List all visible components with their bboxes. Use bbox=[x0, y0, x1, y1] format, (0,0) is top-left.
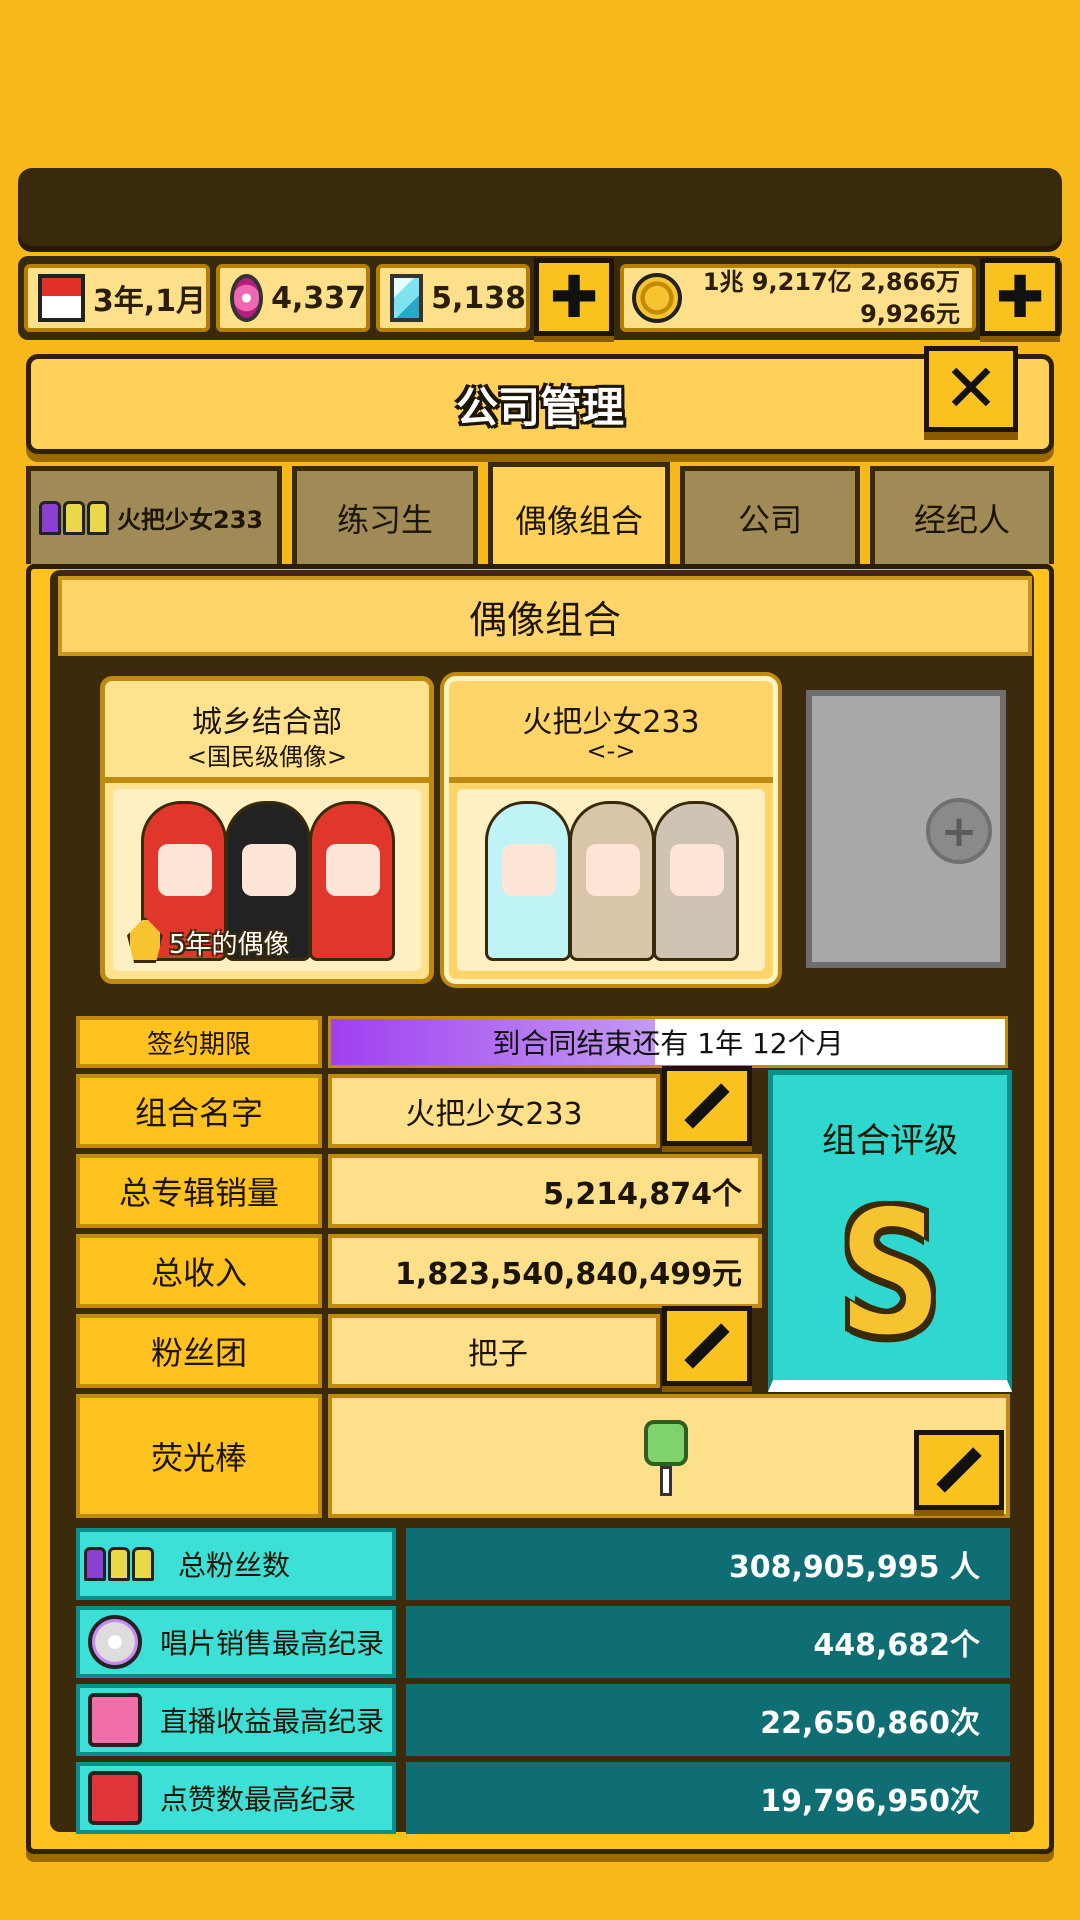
total-fans-label: 总粉丝数 bbox=[76, 1528, 396, 1600]
divider bbox=[105, 777, 429, 783]
stat-label: 直播收益最高纪录 bbox=[160, 1705, 385, 1738]
group-name-label: 组合名字 bbox=[76, 1074, 322, 1148]
income-label: 总收入 bbox=[76, 1234, 322, 1308]
group-rank: <国民级偶像> bbox=[186, 743, 348, 771]
group-card[interactable]: 城乡结合部 <国民级偶像> 5年的偶像 bbox=[100, 676, 434, 984]
album-sales-value: 5,214,874个 bbox=[328, 1154, 762, 1228]
record-sales-label: 唱片销售最高纪录 bbox=[76, 1606, 396, 1678]
buy-currency-button[interactable]: ✚ bbox=[534, 258, 614, 336]
tab-label: 经纪人 bbox=[913, 500, 1010, 539]
money-display: 1兆 9,217亿 2,866万 9,926元 bbox=[620, 264, 976, 332]
divider bbox=[449, 777, 773, 783]
pencil-icon bbox=[936, 1447, 982, 1493]
plus-icon: ✚ bbox=[549, 263, 599, 331]
group-members-icon bbox=[39, 500, 109, 535]
tab-manager[interactable]: 经纪人 bbox=[870, 466, 1054, 564]
likes-record-value: 19,796,950次 bbox=[406, 1762, 1010, 1834]
tab-group-name[interactable]: 火把少女233 bbox=[26, 466, 282, 564]
gem-counter: 4,337 bbox=[216, 264, 370, 332]
stream-revenue-value: 22,650,860次 bbox=[406, 1684, 1010, 1756]
diamond-count: 5,138 bbox=[431, 280, 526, 316]
likes-record-label: 点赞数最高纪录 bbox=[76, 1762, 396, 1834]
tab-idol-groups[interactable]: 偶像组合 bbox=[488, 462, 670, 570]
edit-lightstick-button[interactable] bbox=[914, 1430, 1004, 1510]
stream-revenue-label: 直播收益最高纪录 bbox=[76, 1684, 396, 1756]
record-sales-value: 448,682个 bbox=[406, 1606, 1010, 1678]
idol-figure bbox=[485, 801, 571, 961]
total-fans-value: 308,905,995 人 bbox=[406, 1528, 1010, 1600]
fanclub-label: 粉丝团 bbox=[76, 1314, 322, 1388]
stat-label: 点赞数最高纪录 bbox=[160, 1783, 357, 1816]
rating-label: 组合评级 bbox=[822, 1121, 958, 1161]
tab-label: 火把少女233 bbox=[117, 506, 264, 534]
idol-figure bbox=[569, 801, 655, 961]
group-card-selected[interactable]: 火把少女233 <-> bbox=[444, 676, 778, 984]
money-line-2: 9,926元 bbox=[860, 300, 960, 328]
tab-label: 偶像组合 bbox=[514, 501, 643, 540]
plus-icon: + bbox=[940, 805, 978, 857]
close-button[interactable]: ✕ bbox=[924, 346, 1018, 432]
header-bar bbox=[18, 168, 1062, 252]
lightstick-label: 荧光棒 bbox=[76, 1394, 322, 1518]
tab-trainees[interactable]: 练习生 bbox=[292, 466, 478, 564]
diamond-icon bbox=[390, 274, 424, 322]
tab-label: 公司 bbox=[737, 500, 802, 539]
add-group-icon[interactable]: + bbox=[926, 798, 992, 864]
music-note-icon bbox=[88, 1693, 142, 1747]
stat-label: 总粉丝数 bbox=[178, 1549, 291, 1582]
contract-remaining-text: 到合同结束还有 1年 12个月 bbox=[492, 1027, 844, 1060]
fans-icon bbox=[84, 1547, 154, 1581]
idol-figure bbox=[309, 801, 395, 961]
tab-label: 练习生 bbox=[336, 500, 433, 539]
diamond-counter: 5,138 bbox=[376, 264, 530, 332]
contract-label: 签约期限 bbox=[76, 1016, 322, 1068]
close-icon: ✕ bbox=[943, 350, 999, 427]
group-name: 城乡结合部 bbox=[192, 705, 342, 740]
pencil-icon bbox=[684, 1083, 730, 1129]
plus-icon: ✚ bbox=[995, 263, 1045, 331]
fanclub-value: 把子 bbox=[328, 1314, 660, 1388]
group-portrait bbox=[457, 789, 765, 971]
pencil-icon bbox=[684, 1323, 730, 1369]
group-name: 火把少女233 bbox=[522, 705, 700, 740]
album-sales-label: 总专辑销量 bbox=[76, 1154, 322, 1228]
gem-count: 4,337 bbox=[271, 280, 366, 316]
cd-icon bbox=[88, 1615, 142, 1669]
idol-years-badge: 5年的偶像 bbox=[169, 930, 290, 960]
idol-figure bbox=[653, 801, 739, 961]
date-text: 3年,1月 bbox=[92, 284, 206, 319]
edit-group-name-button[interactable] bbox=[662, 1066, 752, 1146]
window-title: 公司管理 bbox=[455, 382, 624, 432]
group-rank: <-> bbox=[586, 737, 636, 765]
calendar-icon bbox=[38, 274, 85, 322]
group-portrait: 5年的偶像 bbox=[113, 789, 421, 971]
stat-label: 唱片销售最高纪录 bbox=[160, 1627, 385, 1660]
group-rating-panel: 组合评级 S bbox=[768, 1070, 1012, 1392]
pink-gem-icon bbox=[230, 274, 264, 322]
section-title: 偶像组合 bbox=[58, 576, 1032, 656]
video-play-icon bbox=[88, 1771, 142, 1825]
lightstick-icon bbox=[644, 1420, 688, 1496]
tab-company[interactable]: 公司 bbox=[680, 466, 860, 564]
group-name-value: 火把少女233 bbox=[328, 1074, 660, 1148]
money-line-1: 1兆 9,217亿 2,866万 bbox=[702, 268, 960, 296]
contract-progress: 到合同结束还有 1年 12个月 bbox=[328, 1016, 1008, 1068]
income-value: 1,823,540,840,499元 bbox=[328, 1234, 762, 1308]
rating-grade: S bbox=[838, 1175, 942, 1373]
coin-icon bbox=[632, 273, 682, 323]
edit-fanclub-button[interactable] bbox=[662, 1306, 752, 1386]
buy-money-button[interactable]: ✚ bbox=[980, 258, 1060, 336]
date-display: 3年,1月 bbox=[24, 264, 210, 332]
